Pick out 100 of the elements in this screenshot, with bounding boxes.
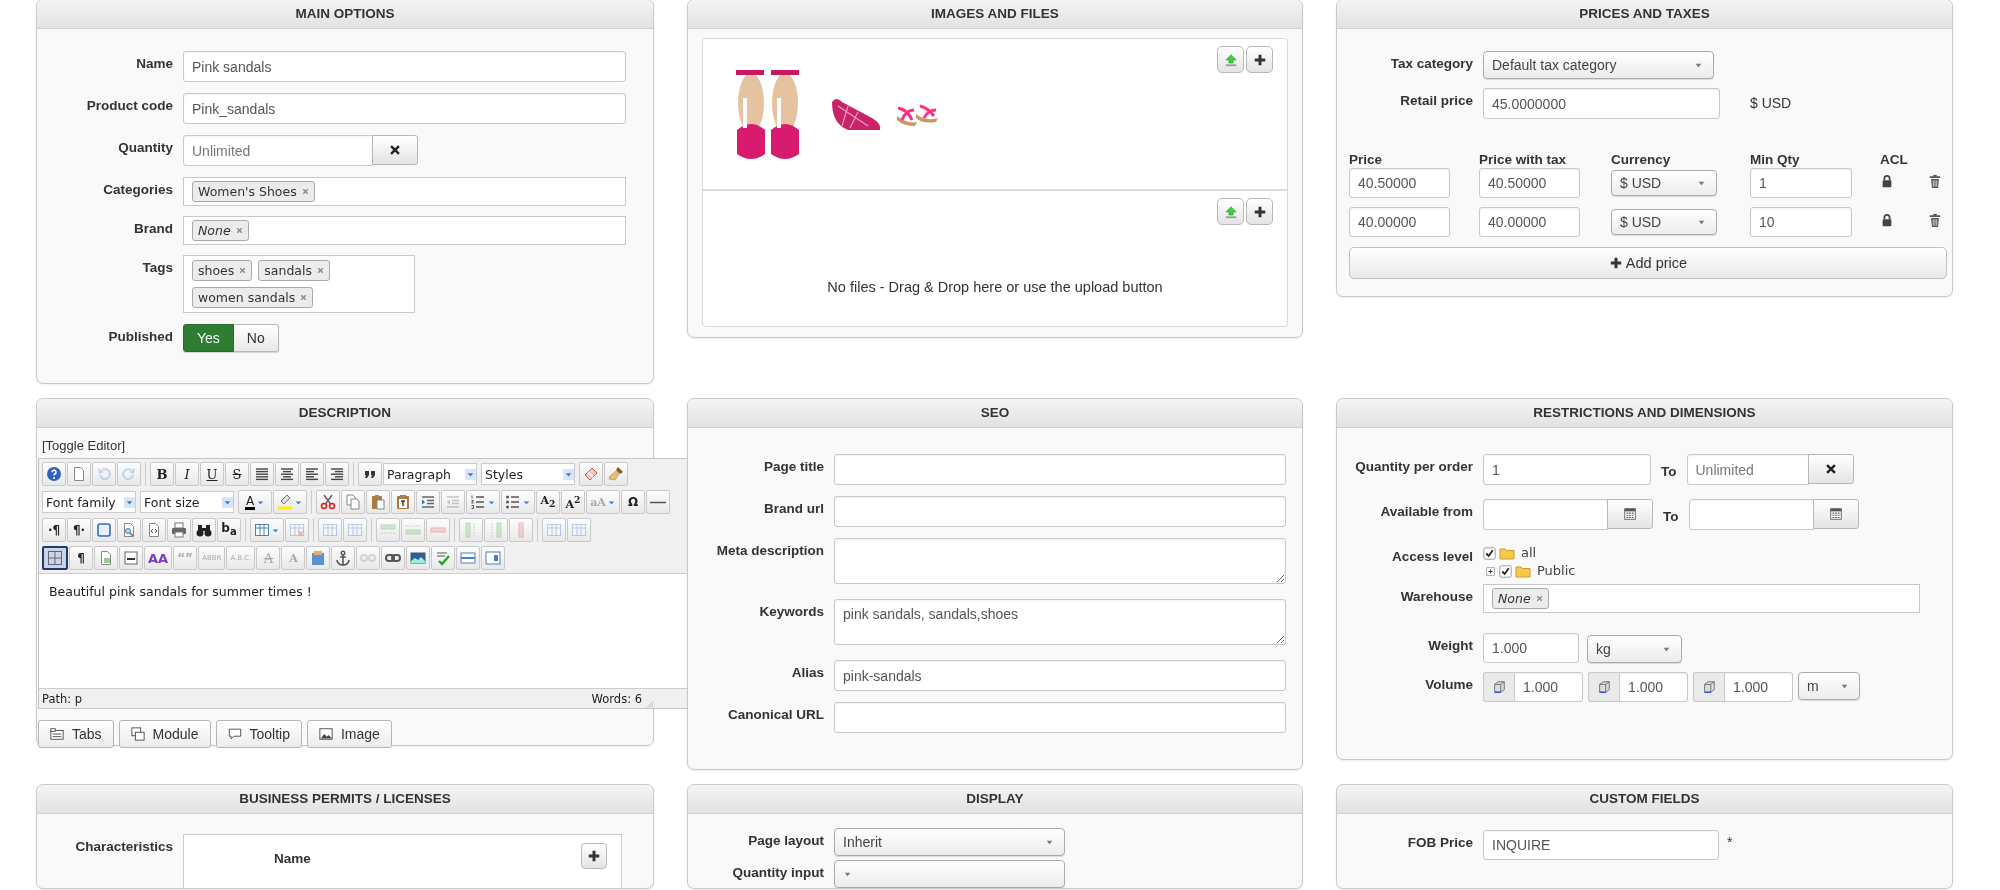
lock-icon[interactable]: [1880, 174, 1894, 188]
tag-chip[interactable]: shoes: [192, 260, 253, 281]
calendar-button[interactable]: [1812, 499, 1859, 529]
toolbar-button[interactable]: U: [200, 462, 224, 486]
dropdown[interactable]: Default tax category: [1483, 51, 1714, 79]
text-input[interactable]: [834, 496, 1286, 527]
text-input[interactable]: Unlimited: [183, 135, 373, 166]
text-input[interactable]: Pink sandals: [183, 51, 626, 82]
text-input[interactable]: INQUIRE: [1483, 830, 1719, 860]
column-header: Price: [1349, 152, 1384, 167]
outdent-icon: [445, 494, 461, 510]
trash-icon[interactable]: [1928, 173, 1942, 189]
dropdown[interactable]: $ USD: [1611, 170, 1717, 196]
tree-label[interactable]: all: [1521, 544, 1537, 562]
text-input[interactable]: 40.50000: [1479, 168, 1580, 198]
tag-field[interactable]: None: [1483, 584, 1920, 613]
text-input[interactable]: 40.00000: [1479, 207, 1580, 237]
editor-button[interactable]: Image: [306, 720, 392, 748]
editor-button[interactable]: Tooltip: [215, 720, 302, 748]
tag-chip[interactable]: sandals: [258, 260, 330, 281]
dropdown[interactable]: Font family: [42, 491, 136, 513]
remove-icon: [316, 266, 325, 275]
section-header: BUSINESS PERMITS / LICENSES: [37, 785, 653, 814]
toolbar-button[interactable]: A$_{2}$: [536, 490, 560, 514]
dropdown[interactable]: Styles: [481, 463, 575, 485]
tag-chip[interactable]: Women's Shoes: [192, 181, 315, 202]
text-area[interactable]: pink sandals, sandals,shoes: [834, 599, 1286, 645]
word-count: Words: 6: [591, 691, 642, 706]
toolbar-button[interactable]: S: [225, 462, 249, 486]
toolbar-button[interactable]: ¶·: [67, 518, 91, 542]
toolbar-button[interactable]: I: [175, 462, 199, 486]
window-icon: [130, 727, 145, 741]
resize-grip-icon[interactable]: [644, 698, 654, 708]
text-input[interactable]: 1: [1483, 454, 1651, 485]
text-input[interactable]: Unlimited: [1686, 454, 1809, 485]
dropdown[interactable]: m: [1798, 672, 1860, 700]
tree-label[interactable]: Public: [1537, 562, 1576, 580]
add-button[interactable]: [581, 843, 607, 869]
checkbox[interactable]: [1499, 564, 1512, 578]
calendar-button[interactable]: [1607, 499, 1653, 529]
date-input[interactable]: [1688, 499, 1814, 530]
horizontal-rule-icon: [650, 500, 666, 504]
toolbar-button[interactable]: b$_{a}$: [217, 518, 241, 542]
toolbar-button[interactable]: [42, 546, 68, 570]
field-label: Alias: [790, 664, 824, 680]
text-input[interactable]: 10: [1750, 207, 1852, 237]
toolbar-button[interactable]: ¶: [69, 546, 93, 570]
dropdown[interactable]: Paragraph: [383, 463, 477, 485]
toolbar-button[interactable]: AA: [144, 546, 173, 570]
text-input[interactable]: 40.00000: [1349, 207, 1450, 237]
tag-field[interactable]: Women's Shoes: [183, 177, 626, 206]
dropdown[interactable]: [834, 860, 1065, 888]
expander-icon[interactable]: [1485, 565, 1496, 577]
text-input[interactable]: Pink_sandals: [183, 93, 626, 124]
lock-icon[interactable]: [1880, 213, 1894, 227]
text-input[interactable]: 45.0000000: [1483, 88, 1720, 119]
text-input[interactable]: 40.50000: [1349, 168, 1450, 198]
toggle-option[interactable]: Yes: [183, 324, 234, 352]
date-input[interactable]: [1483, 499, 1608, 530]
dropdown[interactable]: $ USD: [1611, 209, 1717, 235]
text-input[interactable]: [834, 454, 1286, 485]
clear-button[interactable]: [372, 135, 418, 165]
plus-icon: [1252, 52, 1267, 67]
editor-button[interactable]: Tabs: [38, 720, 114, 748]
toolbar-button[interactable]: A$^{2}$: [561, 490, 585, 514]
text-input[interactable]: pink-sandals: [834, 660, 1286, 691]
toolbar-button[interactable]: A: [238, 490, 272, 514]
plus-icon: [587, 849, 601, 863]
dropdown[interactable]: Font size: [140, 491, 234, 513]
dropdown[interactable]: Inherit: [834, 828, 1065, 856]
toggle-editor-link[interactable]: [Toggle Editor]: [42, 438, 126, 453]
field-label: Access level: [1390, 548, 1473, 564]
trash-icon[interactable]: [1928, 212, 1942, 228]
section-header: CUSTOM FIELDS: [1337, 785, 1952, 814]
column-header: ACL: [1880, 152, 1909, 167]
text-input[interactable]: 1.000: [1514, 672, 1583, 702]
text-input[interactable]: 1.000: [1724, 672, 1793, 702]
text-input[interactable]: [834, 702, 1286, 733]
tag-chip[interactable]: None: [192, 220, 249, 241]
tag-field[interactable]: None: [183, 216, 626, 245]
toolbar-button[interactable]: Ω: [621, 490, 645, 514]
toolbar-button[interactable]: ·¶: [42, 518, 66, 542]
editor-button[interactable]: Module: [118, 720, 211, 748]
dropdown[interactable]: kg: [1587, 635, 1682, 663]
text-input[interactable]: 1.000: [1619, 672, 1688, 702]
toggle-option[interactable]: No: [233, 324, 279, 352]
clear-button[interactable]: [1807, 454, 1854, 484]
remove-icon: [300, 187, 310, 196]
text-input[interactable]: 1: [1750, 168, 1852, 198]
add-button[interactable]: [1246, 198, 1273, 225]
clipboard-icon: [310, 550, 327, 566]
toolbar-button[interactable]: B: [150, 462, 174, 486]
tag-field[interactable]: shoes sandals women sandals: [183, 255, 415, 313]
checkbox[interactable]: [1483, 546, 1496, 560]
text-input[interactable]: 1.000: [1483, 633, 1579, 663]
add-button[interactable]: [1246, 46, 1273, 73]
add-price-button[interactable]: Add price: [1349, 247, 1947, 279]
highlighter-icon: [277, 494, 293, 510]
tag-chip[interactable]: None: [1492, 588, 1549, 609]
tag-chip[interactable]: women sandals: [192, 287, 314, 308]
